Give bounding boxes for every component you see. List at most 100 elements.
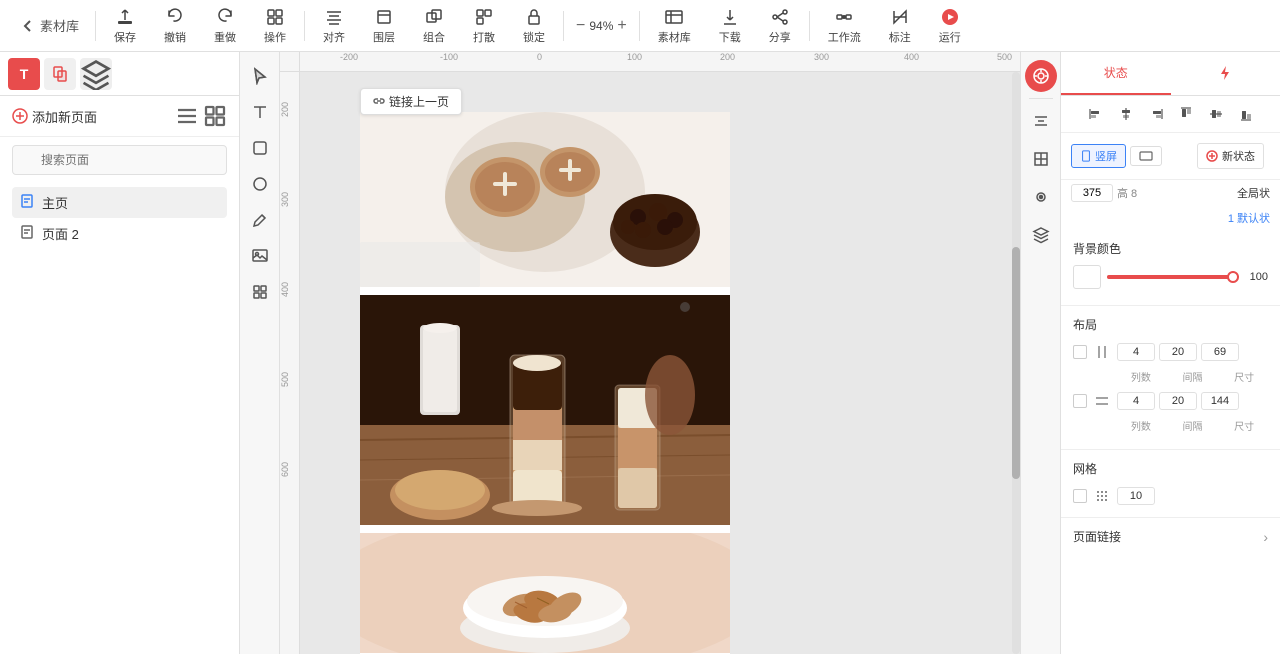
tab-state[interactable]: 状态: [1061, 52, 1171, 95]
share-label: 分享: [769, 29, 791, 45]
grid-input[interactable]: [1117, 487, 1155, 505]
horizontal-screen-button[interactable]: [1130, 146, 1162, 166]
image-tool[interactable]: [244, 240, 276, 272]
state-default-label[interactable]: 1 默认状: [1228, 210, 1270, 226]
layout-rows-checkbox[interactable]: [1073, 394, 1087, 408]
list-view-button[interactable]: [175, 104, 199, 128]
page-item-2[interactable]: 页面 2: [12, 218, 227, 249]
opacity-thumb[interactable]: [1227, 271, 1239, 283]
bg-color-section: 背景颜色 100: [1061, 230, 1280, 306]
run-label: 运行: [939, 29, 961, 45]
col-size-input[interactable]: [1201, 343, 1239, 361]
page-icon-2: [20, 225, 34, 242]
align-center-button[interactable]: [1112, 100, 1140, 128]
undo-button[interactable]: 撤销: [150, 3, 200, 49]
main-area: T: [0, 52, 1280, 654]
cols-input[interactable]: [1117, 343, 1155, 361]
search-wrap: [12, 145, 227, 175]
tab-text[interactable]: T: [8, 58, 40, 90]
frame-button[interactable]: 围层: [359, 3, 409, 49]
redo-button[interactable]: 重做: [200, 3, 250, 49]
shape-tool[interactable]: [244, 132, 276, 164]
gap-label: 间隔: [1169, 369, 1217, 384]
tab-flash[interactable]: [1171, 52, 1280, 95]
align-icon[interactable]: [1025, 105, 1057, 137]
layout-hints-1: 列数 间隔 尺寸: [1073, 369, 1268, 384]
align-bottom-button[interactable]: [1232, 100, 1260, 128]
new-state-button[interactable]: 新状态: [1197, 143, 1264, 169]
canvas-area[interactable]: -200 -100 0 100 200 300 400 500 600 200 …: [280, 52, 1020, 654]
link-prev-label: 链接上一页: [389, 93, 449, 110]
download-button[interactable]: 下载: [705, 3, 755, 49]
far-right-panel: [1020, 52, 1060, 654]
pen-tool[interactable]: [244, 204, 276, 236]
layers-icon-right[interactable]: [1025, 219, 1057, 251]
zoom-plus-button[interactable]: +: [617, 17, 626, 35]
toolbar-divider-3: [563, 11, 564, 41]
scatter-label: 打散: [473, 29, 495, 45]
tab-pages[interactable]: [44, 58, 76, 90]
resize-icon[interactable]: [1025, 143, 1057, 175]
material-label: 素材库: [658, 29, 691, 45]
align-left-button[interactable]: [1082, 100, 1110, 128]
vertical-scrollbar[interactable]: [1012, 72, 1020, 654]
operation-button[interactable]: 操作: [250, 3, 300, 49]
run-button[interactable]: 运行: [925, 3, 975, 49]
select-tool[interactable]: [244, 60, 276, 92]
circle-tool[interactable]: [244, 168, 276, 200]
ruler-left: 200 300 400 500 600: [280, 72, 300, 654]
frame-label: 围层: [373, 29, 395, 45]
link-prev-button[interactable]: 链接上一页: [360, 88, 462, 115]
sidebar-tabs: T: [0, 52, 239, 96]
opacity-fill: [1107, 275, 1234, 279]
opacity-track[interactable]: [1107, 275, 1234, 279]
workflow-label: 工作流: [828, 29, 861, 45]
align-top-button[interactable]: [1172, 100, 1200, 128]
rows-input[interactable]: [1117, 392, 1155, 410]
row-size-input[interactable]: [1201, 392, 1239, 410]
target-icon[interactable]: [1025, 60, 1057, 92]
bg-color-picker[interactable]: [1073, 265, 1101, 289]
save-button[interactable]: 保存: [100, 3, 150, 49]
page-link-chevron[interactable]: ›: [1263, 529, 1268, 545]
vertical-screen-button[interactable]: 竖屏: [1071, 144, 1126, 168]
zoom-input[interactable]: 94%: [589, 19, 613, 33]
add-page-button[interactable]: 添加新页面: [12, 107, 97, 126]
tab-layers[interactable]: [80, 58, 112, 90]
grid-checkbox[interactable]: [1073, 489, 1087, 503]
layout-title: 布局: [1073, 316, 1268, 333]
material-button[interactable]: 素材库: [644, 3, 705, 49]
dimensions-row: 高 8 全局状: [1061, 180, 1280, 206]
components-icon[interactable]: [1025, 181, 1057, 213]
toolbar-divider-4: [639, 11, 640, 41]
page-item-1[interactable]: 主页: [12, 187, 227, 218]
text-tool[interactable]: [244, 96, 276, 128]
grid-view-button[interactable]: [203, 104, 227, 128]
align-button[interactable]: 对齐: [309, 3, 359, 49]
share-button[interactable]: 分享: [755, 3, 805, 49]
back-button[interactable]: 素材库: [8, 16, 91, 35]
zoom-minus-button[interactable]: −: [576, 17, 585, 35]
col-gap-input[interactable]: [1159, 343, 1197, 361]
plugin-tool[interactable]: [244, 276, 276, 308]
lock-button[interactable]: 锁定: [509, 3, 559, 49]
row-gap-input[interactable]: [1159, 392, 1197, 410]
annotate-button[interactable]: 标注: [875, 3, 925, 49]
scatter-button[interactable]: 打散: [459, 3, 509, 49]
align-right-button[interactable]: [1142, 100, 1170, 128]
page-name-2: 页面 2: [42, 224, 79, 243]
layout-cols-checkbox[interactable]: [1073, 345, 1087, 359]
left-sidebar: T: [0, 52, 240, 654]
height-label: 高 8: [1117, 185, 1137, 201]
search-input[interactable]: [12, 145, 227, 175]
new-state-label: 新状态: [1222, 148, 1255, 164]
lock-label: 锁定: [523, 29, 545, 45]
scrollbar-thumb[interactable]: [1012, 247, 1020, 480]
workflow-button[interactable]: 工作流: [814, 3, 875, 49]
page-link-section: 页面链接 ›: [1061, 518, 1280, 555]
state-label-row: 1 默认状: [1061, 206, 1280, 230]
combine-button[interactable]: 组合: [409, 3, 459, 49]
align-middle-button[interactable]: [1202, 100, 1230, 128]
width-input[interactable]: [1071, 184, 1113, 202]
grid-dots-icon: [1091, 485, 1113, 507]
